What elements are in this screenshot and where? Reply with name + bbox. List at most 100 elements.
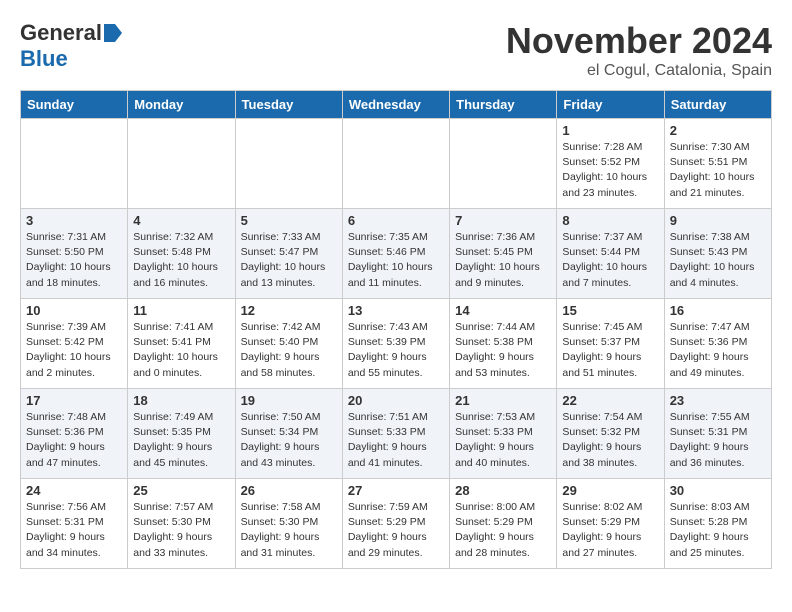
day-number: 8 (562, 213, 658, 228)
calendar-cell: 28 Sunrise: 8:00 AM Sunset: 5:29 PM Dayli… (450, 479, 557, 569)
month-title: November 2024 (506, 20, 772, 62)
day-number: 16 (670, 303, 766, 318)
calendar-cell (128, 119, 235, 209)
day-number: 6 (348, 213, 444, 228)
calendar-cell: 16 Sunrise: 7:47 AM Sunset: 5:36 PM Dayli… (664, 299, 771, 389)
day-info: Sunrise: 7:31 AM Sunset: 5:50 PM Dayligh… (26, 230, 122, 291)
day-info: Sunrise: 7:54 AM Sunset: 5:32 PM Dayligh… (562, 410, 658, 471)
day-info: Sunrise: 7:50 AM Sunset: 5:34 PM Dayligh… (241, 410, 337, 471)
day-number: 11 (133, 303, 229, 318)
day-info: Sunrise: 7:38 AM Sunset: 5:43 PM Dayligh… (670, 230, 766, 291)
calendar-cell (235, 119, 342, 209)
calendar-cell: 8 Sunrise: 7:37 AM Sunset: 5:44 PM Daylig… (557, 209, 664, 299)
calendar-cell: 13 Sunrise: 7:43 AM Sunset: 5:39 PM Dayli… (342, 299, 449, 389)
day-number: 13 (348, 303, 444, 318)
weekday-header-sunday: Sunday (21, 91, 128, 119)
calendar-cell (450, 119, 557, 209)
calendar-week-row: 3 Sunrise: 7:31 AM Sunset: 5:50 PM Daylig… (21, 209, 772, 299)
day-info: Sunrise: 7:44 AM Sunset: 5:38 PM Dayligh… (455, 320, 551, 381)
day-info: Sunrise: 7:48 AM Sunset: 5:36 PM Dayligh… (26, 410, 122, 471)
calendar-cell (342, 119, 449, 209)
day-number: 19 (241, 393, 337, 408)
day-number: 27 (348, 483, 444, 498)
calendar-cell: 29Sunrise: 8:02 AM Sunset: 5:29 PM Dayli… (557, 479, 664, 569)
day-number: 3 (26, 213, 122, 228)
calendar-cell: 24Sunrise: 7:56 AM Sunset: 5:31 PM Dayli… (21, 479, 128, 569)
day-number: 21 (455, 393, 551, 408)
calendar-cell: 1 Sunrise: 7:28 AM Sunset: 5:52 PM Daylig… (557, 119, 664, 209)
logo-blue: Blue (20, 46, 68, 72)
day-number: 14 (455, 303, 551, 318)
day-number: 2 (670, 123, 766, 138)
day-number: 17 (26, 393, 122, 408)
calendar-week-row: 10 Sunrise: 7:39 AM Sunset: 5:42 PM Dayli… (21, 299, 772, 389)
calendar-cell: 2Sunrise: 7:30 AM Sunset: 5:51 PM Daylig… (664, 119, 771, 209)
logo: General Blue (20, 20, 122, 72)
day-info: Sunrise: 7:49 AM Sunset: 5:35 PM Dayligh… (133, 410, 229, 471)
day-number: 18 (133, 393, 229, 408)
day-info: Sunrise: 7:57 AM Sunset: 5:30 PM Dayligh… (133, 500, 229, 561)
location-title: el Cogul, Catalonia, Spain (506, 62, 772, 80)
weekday-header-wednesday: Wednesday (342, 91, 449, 119)
day-number: 1 (562, 123, 658, 138)
calendar-cell: 25 Sunrise: 7:57 AM Sunset: 5:30 PM Dayli… (128, 479, 235, 569)
day-info: Sunrise: 7:37 AM Sunset: 5:44 PM Dayligh… (562, 230, 658, 291)
calendar-cell: 23Sunrise: 7:55 AM Sunset: 5:31 PM Dayli… (664, 389, 771, 479)
title-area: November 2024 el Cogul, Catalonia, Spain (506, 20, 772, 80)
day-info: Sunrise: 7:56 AM Sunset: 5:31 PM Dayligh… (26, 500, 122, 561)
logo-arrow-icon (104, 24, 122, 42)
day-info: Sunrise: 7:47 AM Sunset: 5:36 PM Dayligh… (670, 320, 766, 381)
calendar-cell: 7Sunrise: 7:36 AM Sunset: 5:45 PM Daylig… (450, 209, 557, 299)
calendar-week-row: 24Sunrise: 7:56 AM Sunset: 5:31 PM Dayli… (21, 479, 772, 569)
header: General Blue November 2024 el Cogul, Cat… (20, 20, 772, 80)
day-info: Sunrise: 7:33 AM Sunset: 5:47 PM Dayligh… (241, 230, 337, 291)
day-info: Sunrise: 8:03 AM Sunset: 5:28 PM Dayligh… (670, 500, 766, 561)
calendar-cell (21, 119, 128, 209)
day-info: Sunrise: 7:28 AM Sunset: 5:52 PM Dayligh… (562, 140, 658, 201)
day-number: 26 (241, 483, 337, 498)
calendar-cell: 5Sunrise: 7:33 AM Sunset: 5:47 PM Daylig… (235, 209, 342, 299)
calendar-cell: 6Sunrise: 7:35 AM Sunset: 5:46 PM Daylig… (342, 209, 449, 299)
day-number: 4 (133, 213, 229, 228)
calendar-cell: 12 Sunrise: 7:42 AM Sunset: 5:40 PM Dayli… (235, 299, 342, 389)
calendar-cell: 17 Sunrise: 7:48 AM Sunset: 5:36 PM Dayli… (21, 389, 128, 479)
calendar-cell: 30 Sunrise: 8:03 AM Sunset: 5:28 PM Dayli… (664, 479, 771, 569)
day-number: 10 (26, 303, 122, 318)
day-info: Sunrise: 7:39 AM Sunset: 5:42 PM Dayligh… (26, 320, 122, 381)
day-info: Sunrise: 7:58 AM Sunset: 5:30 PM Dayligh… (241, 500, 337, 561)
day-info: Sunrise: 8:02 AM Sunset: 5:29 PM Dayligh… (562, 500, 658, 561)
day-number: 12 (241, 303, 337, 318)
calendar-week-row: 17 Sunrise: 7:48 AM Sunset: 5:36 PM Dayli… (21, 389, 772, 479)
day-number: 22 (562, 393, 658, 408)
calendar-table: SundayMondayTuesdayWednesdayThursdayFrid… (20, 90, 772, 569)
day-info: Sunrise: 7:51 AM Sunset: 5:33 PM Dayligh… (348, 410, 444, 471)
day-number: 28 (455, 483, 551, 498)
day-info: Sunrise: 7:45 AM Sunset: 5:37 PM Dayligh… (562, 320, 658, 381)
calendar-cell: 15 Sunrise: 7:45 AM Sunset: 5:37 PM Dayli… (557, 299, 664, 389)
calendar-cell: 21Sunrise: 7:53 AM Sunset: 5:33 PM Dayli… (450, 389, 557, 479)
calendar-cell: 19 Sunrise: 7:50 AM Sunset: 5:34 PM Dayli… (235, 389, 342, 479)
weekday-header-saturday: Saturday (664, 91, 771, 119)
day-info: Sunrise: 7:41 AM Sunset: 5:41 PM Dayligh… (133, 320, 229, 381)
calendar-cell: 26 Sunrise: 7:58 AM Sunset: 5:30 PM Dayli… (235, 479, 342, 569)
day-number: 25 (133, 483, 229, 498)
day-info: Sunrise: 7:59 AM Sunset: 5:29 PM Dayligh… (348, 500, 444, 561)
calendar-cell: 22 Sunrise: 7:54 AM Sunset: 5:32 PM Dayli… (557, 389, 664, 479)
calendar-cell: 3 Sunrise: 7:31 AM Sunset: 5:50 PM Daylig… (21, 209, 128, 299)
day-number: 23 (670, 393, 766, 408)
day-info: Sunrise: 7:42 AM Sunset: 5:40 PM Dayligh… (241, 320, 337, 381)
calendar-cell: 4 Sunrise: 7:32 AM Sunset: 5:48 PM Daylig… (128, 209, 235, 299)
weekday-header-friday: Friday (557, 91, 664, 119)
logo-general: General (20, 20, 102, 46)
day-number: 15 (562, 303, 658, 318)
calendar-week-row: 1 Sunrise: 7:28 AM Sunset: 5:52 PM Daylig… (21, 119, 772, 209)
calendar-cell: 20Sunrise: 7:51 AM Sunset: 5:33 PM Dayli… (342, 389, 449, 479)
day-info: Sunrise: 7:43 AM Sunset: 5:39 PM Dayligh… (348, 320, 444, 381)
calendar-cell: 18 Sunrise: 7:49 AM Sunset: 5:35 PM Dayli… (128, 389, 235, 479)
day-info: Sunrise: 8:00 AM Sunset: 5:29 PM Dayligh… (455, 500, 551, 561)
calendar-cell: 14 Sunrise: 7:44 AM Sunset: 5:38 PM Dayli… (450, 299, 557, 389)
day-number: 30 (670, 483, 766, 498)
day-info: Sunrise: 7:32 AM Sunset: 5:48 PM Dayligh… (133, 230, 229, 291)
calendar-cell: 9Sunrise: 7:38 AM Sunset: 5:43 PM Daylig… (664, 209, 771, 299)
day-number: 7 (455, 213, 551, 228)
